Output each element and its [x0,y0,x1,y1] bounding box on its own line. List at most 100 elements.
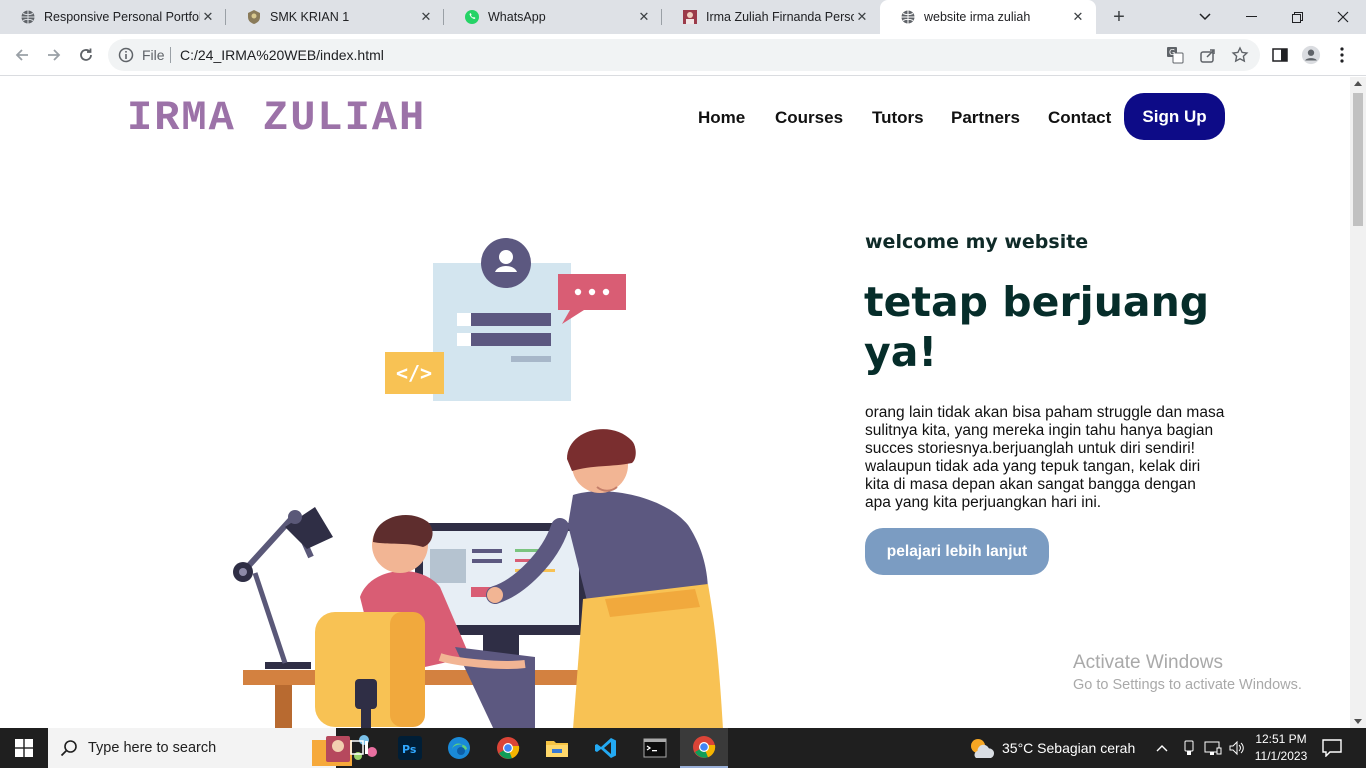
close-icon[interactable]: ✕ [1070,9,1086,25]
activate-title: Activate Windows [1073,652,1223,673]
translate-icon: G [1167,47,1184,64]
taskbar-edge[interactable] [435,728,483,768]
svg-text:</>: </> [396,361,432,385]
close-icon[interactable]: ✕ [200,9,216,25]
task-view-button[interactable] [336,728,384,768]
weather-text: 35°C Sebagian cerah [1002,740,1136,756]
scroll-down-arrow[interactable] [1354,719,1362,724]
tab-search-button[interactable] [1182,0,1228,34]
folder-icon [546,741,568,757]
scroll-up-arrow[interactable] [1354,81,1362,86]
taskbar-chrome-active[interactable] [680,728,728,768]
reload-button[interactable] [74,43,98,67]
tab-website-irma[interactable]: website irma zuliah ✕ [880,0,1096,34]
nav-contact[interactable]: Contact [1048,108,1111,128]
start-button[interactable] [0,728,48,768]
nav-tutors[interactable]: Tutors [872,108,924,128]
show-hidden-icons-button[interactable] [1156,728,1168,768]
edge-icon [448,737,470,759]
tray-device-icon[interactable] [1182,728,1196,768]
tray-volume-icon[interactable] [1228,728,1246,768]
avatar-icon [1301,45,1321,65]
activate-windows-watermark: Activate Windows Go to Settings to activ… [1073,652,1302,693]
chrome-icon [497,737,520,759]
tab-title: Responsive Personal Portfolio [44,10,200,24]
side-panel-icon [1272,48,1288,62]
taskbar-chrome[interactable] [484,728,532,768]
taskbar-search[interactable]: Type here to search [48,728,377,768]
clock-date: 11/1/2023 [1254,749,1308,763]
page-scrollbar[interactable] [1350,77,1366,728]
close-icon [1337,11,1349,23]
arrow-right-icon [48,49,61,61]
info-icon[interactable] [118,47,134,63]
forward-button[interactable] [42,43,66,67]
side-panel-button[interactable] [1270,45,1290,65]
taskbar-terminal[interactable] [631,728,679,768]
translate-button[interactable]: G [1165,45,1185,65]
taskbar-photoshop[interactable]: Ps [386,728,434,768]
minimize-button[interactable] [1228,0,1274,34]
globe-icon [901,10,915,24]
tab-title: Irma Zuliah Firnanda Personal [706,10,854,24]
scheme-label: File [142,47,165,63]
notification-center-button[interactable] [1322,728,1342,768]
share-button[interactable] [1198,45,1218,65]
browser-toolbar: File C:/24_IRMA%20WEB/index.html G [0,34,1366,76]
site-logo[interactable]: IRMA ZULIAH [127,94,426,142]
chevron-up-icon [1156,745,1168,752]
bookmark-button[interactable] [1230,45,1250,65]
address-bar[interactable]: File C:/24_IRMA%20WEB/index.html G [108,39,1260,71]
svg-text:G: G [1169,48,1175,57]
nav-partners[interactable]: Partners [951,108,1020,128]
taskbar-vscode[interactable] [582,728,630,768]
url-text[interactable]: C:/24_IRMA%20WEB/index.html [180,47,384,63]
usb-device-icon [1184,740,1194,755]
hero-headline: tetap berjuang ya! [864,278,1210,376]
network-icon [1204,741,1222,755]
tab-strip: Responsive Personal Portfolio ✕ SMK KRIA… [0,0,1366,34]
star-icon [1231,46,1249,63]
search-icon [60,740,77,757]
weather-sun-cloud-icon [971,739,995,758]
minimize-icon [1245,16,1257,17]
photoshop-icon: Ps [398,736,422,760]
clock-time: 12:51 PM [1255,732,1307,746]
close-icon[interactable]: ✕ [854,9,870,25]
chrome-icon [693,736,716,758]
tab-title: WhatsApp [488,10,546,24]
tab-title: SMK KRIAN 1 [270,10,350,24]
svg-text:Ps: Ps [402,743,417,756]
close-icon[interactable]: ✕ [636,9,652,25]
windows-taskbar: Type here to search Ps 35°C Sebagian cer… [0,728,1366,768]
profile-button[interactable] [1301,45,1321,65]
tab-portfolio[interactable]: Responsive Personal Portfolio ✕ [0,0,226,34]
tab-smk-krian[interactable]: SMK KRIAN 1 ✕ [226,0,444,34]
taskbar-clock[interactable]: 12:51 PM 11/1/2023 [1250,731,1312,765]
scroll-thumb[interactable] [1353,93,1363,226]
profile-photo-icon [683,10,697,24]
globe-icon [21,10,35,24]
learn-more-button[interactable]: pelajari lebih lanjut [865,528,1049,575]
chevron-down-icon [1199,13,1211,21]
taskbar-file-explorer[interactable] [533,728,581,768]
new-tab-button[interactable]: + [1108,6,1130,28]
close-icon[interactable]: ✕ [418,9,434,25]
task-view-icon [350,740,368,755]
nav-home[interactable]: Home [698,108,745,128]
windows-logo-icon [15,739,33,757]
more-vert-icon [1340,47,1344,63]
weather-widget[interactable]: 35°C Sebagian cerah [968,728,1135,768]
notification-icon [1322,739,1342,757]
tab-irma-personal[interactable]: Irma Zuliah Firnanda Personal ✕ [662,0,880,34]
tray-network-icon[interactable] [1204,728,1222,768]
restore-icon [1291,11,1303,23]
sign-up-button[interactable]: Sign Up [1124,93,1225,140]
menu-button[interactable] [1332,45,1352,65]
close-window-button[interactable] [1320,0,1366,34]
nav-courses[interactable]: Courses [775,108,843,128]
restore-button[interactable] [1274,0,1320,34]
arrow-left-icon [15,49,28,61]
tab-whatsapp[interactable]: WhatsApp ✕ [444,0,662,34]
back-button[interactable] [10,43,34,67]
